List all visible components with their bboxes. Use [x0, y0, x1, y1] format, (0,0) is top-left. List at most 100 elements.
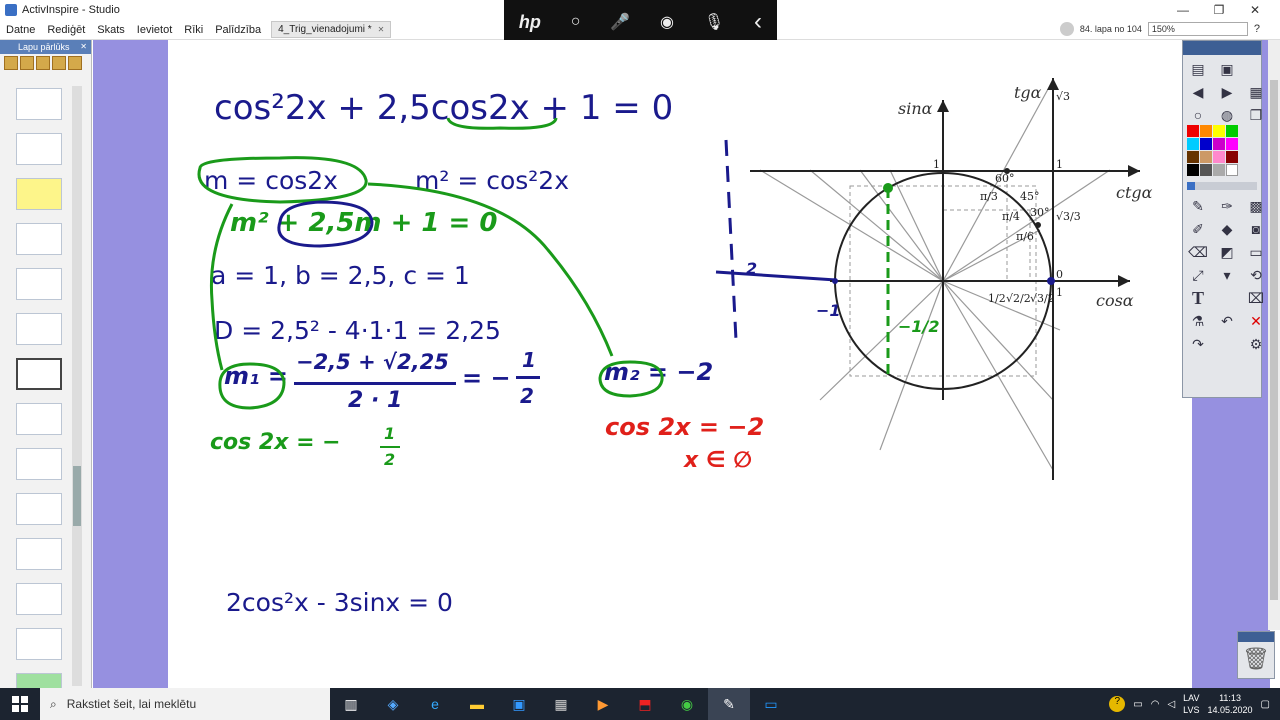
- color-swatch-pink[interactable]: [1226, 138, 1238, 150]
- redo-icon[interactable]: ↷: [1187, 334, 1209, 354]
- trash-icon[interactable]: 🗑: [1238, 642, 1274, 676]
- camera-icon[interactable]: ◙: [1245, 219, 1267, 239]
- color-swatch-yellow[interactable]: [1213, 125, 1225, 137]
- language-bottom: LVS: [1183, 705, 1200, 715]
- color-swatch-lightpink[interactable]: [1213, 151, 1225, 163]
- language-top: LAV: [1183, 693, 1200, 703]
- input-language[interactable]: LAV LVS: [1183, 692, 1199, 716]
- page-icon[interactable]: ▭: [1245, 242, 1267, 262]
- tools-icon[interactable]: ⚙: [1245, 334, 1267, 354]
- app-icon-1[interactable]: ◈: [372, 688, 414, 720]
- hand-label-2: 2: [746, 259, 757, 278]
- activinspire-taskbar-icon[interactable]: ✎: [708, 688, 750, 720]
- sqrt3-label: √3: [1056, 90, 1070, 103]
- wifi-icon[interactable]: ◠: [1151, 699, 1160, 710]
- reset-icon[interactable]: ⟲: [1245, 265, 1267, 285]
- volume-icon[interactable]: ◁: [1167, 699, 1175, 710]
- color-swatch-darkred[interactable]: [1226, 151, 1238, 163]
- image-icon[interactable]: ▩: [1245, 196, 1267, 216]
- cos-axis-label: cosα: [1096, 291, 1134, 310]
- undo-icon[interactable]: ↶: [1216, 311, 1238, 331]
- save-icon[interactable]: ▦: [1245, 82, 1267, 102]
- deg30-label: 30°: [1030, 206, 1050, 219]
- help-tray-icon[interactable]: ?: [1109, 696, 1126, 712]
- annotate-icon[interactable]: ◍: [1216, 105, 1238, 125]
- activinspire-window: ActivInspire - Studio — ❐ ✕ Datne Rediģē…: [0, 0, 1280, 720]
- windows-taskbar: ⌕ Rakstiet šeit, lai meklētu ▥ ◈ e ▬ ▣ ▦…: [0, 688, 1280, 720]
- connector-icon[interactable]: ⤢: [1187, 265, 1209, 285]
- start-button[interactable]: [0, 688, 40, 720]
- half-label: 1/2: [988, 292, 1006, 305]
- color-palette: [1183, 125, 1261, 176]
- desktop-icon[interactable]: ○: [1187, 105, 1209, 125]
- windows-logo-icon: [12, 696, 28, 712]
- battery-icon[interactable]: ▭: [1133, 699, 1142, 710]
- fill-bucket-icon[interactable]: ▾: [1216, 265, 1238, 285]
- flask-icon[interactable]: ⚗: [1187, 311, 1209, 331]
- system-tray: ? ▭ ◠ ◁ LAV LVS 11:13 14.05.2020 ▢: [1109, 688, 1280, 720]
- browser-icon[interactable]: ▣: [1216, 59, 1238, 79]
- unit-circle-diagram[interactable]: sinα cosα tgα ctgα √3 1 1 0 1 60° 45° 30…: [740, 70, 1160, 490]
- color-swatch-black[interactable]: [1187, 164, 1199, 176]
- flipchart-icon[interactable]: ▤: [1187, 59, 1209, 79]
- sqrt2-2-label: √2/2: [1006, 292, 1031, 305]
- search-placeholder: Rakstiet šeit, lai meklētu: [66, 697, 197, 711]
- color-swatch-cyan[interactable]: [1187, 138, 1199, 150]
- color-swatch-tan[interactable]: [1200, 151, 1212, 163]
- slider-handle[interactable]: [1187, 182, 1195, 190]
- ctg-axis-label: ctgα: [1116, 183, 1153, 202]
- fill-icon[interactable]: ◆: [1216, 219, 1238, 239]
- one-top-label: 1: [933, 158, 940, 171]
- hand-label-minus1: −1: [816, 301, 841, 320]
- color-swatch-darkgray[interactable]: [1200, 164, 1212, 176]
- pi4-label: π/4: [1002, 210, 1020, 223]
- store-icon[interactable]: ▣: [498, 688, 540, 720]
- one-right-label: 1: [1056, 158, 1063, 171]
- color-swatch-red[interactable]: [1187, 125, 1199, 137]
- search-icon: ⌕: [50, 696, 57, 711]
- delete-icon[interactable]: ✕: [1245, 311, 1267, 331]
- clear-icon[interactable]: ⌧: [1245, 288, 1267, 308]
- color-swatch-magenta[interactable]: [1213, 138, 1225, 150]
- sqrt3-3-label: √3/3: [1056, 210, 1081, 223]
- deg45-label: 45°: [1020, 190, 1040, 203]
- zoom-icon[interactable]: ▭: [750, 688, 792, 720]
- chrome-icon[interactable]: ◉: [666, 688, 708, 720]
- edge-icon[interactable]: e: [414, 688, 456, 720]
- calculator-icon[interactable]: ▦: [540, 688, 582, 720]
- trash-panel: 🗑: [1237, 631, 1275, 679]
- deg60-label: 60°: [995, 172, 1015, 185]
- color-swatch-white[interactable]: [1226, 164, 1238, 176]
- prev-page-icon[interactable]: ◀: [1187, 82, 1209, 102]
- shape-icon[interactable]: ◩: [1216, 242, 1238, 262]
- magic-ink-icon[interactable]: ✑: [1216, 196, 1238, 216]
- highlighter-icon[interactable]: ✐: [1187, 219, 1209, 239]
- pi6-label: π/6: [1016, 230, 1034, 243]
- file-explorer-icon[interactable]: ▬: [456, 688, 498, 720]
- copy-icon[interactable]: ❐: [1245, 105, 1267, 125]
- eraser-icon[interactable]: ⌫: [1187, 242, 1209, 262]
- sqrt3-2-label: √3/2: [1030, 292, 1055, 305]
- color-swatch-orange[interactable]: [1200, 125, 1212, 137]
- notifications-icon[interactable]: ▢: [1261, 699, 1270, 710]
- pen-icon[interactable]: ✎: [1187, 196, 1209, 216]
- taskbar-search[interactable]: ⌕ Rakstiet šeit, lai meklētu: [40, 688, 330, 720]
- pdf-icon[interactable]: ⬒: [624, 688, 666, 720]
- color-swatch-brown[interactable]: [1187, 151, 1199, 163]
- main-toolbox: ▤ ▣ ◀ ▶ ▦ ○ ◍ ❐ ✎ ✑ ▩ ✐ ◆ ◙ ⌫ ◩ ▭ ⤢ ▾ ⟲ …: [1182, 40, 1264, 398]
- color-swatch-blue[interactable]: [1200, 138, 1212, 150]
- pen-width-slider[interactable]: [1187, 182, 1257, 190]
- text-icon[interactable]: T: [1187, 288, 1209, 308]
- task-view-icon[interactable]: ▥: [330, 688, 372, 720]
- toolbox-header: [1183, 41, 1261, 55]
- clock[interactable]: 11:13 14.05.2020: [1208, 692, 1253, 716]
- pi3-label: π/3: [980, 190, 998, 203]
- color-swatch-green[interactable]: [1226, 125, 1238, 137]
- one-axis-label: 1: [1056, 286, 1063, 299]
- tg-axis-label: tgα: [1014, 83, 1042, 102]
- color-swatch-gray[interactable]: [1213, 164, 1225, 176]
- media-icon[interactable]: ▶: [582, 688, 624, 720]
- next-page-icon[interactable]: ▶: [1216, 82, 1238, 102]
